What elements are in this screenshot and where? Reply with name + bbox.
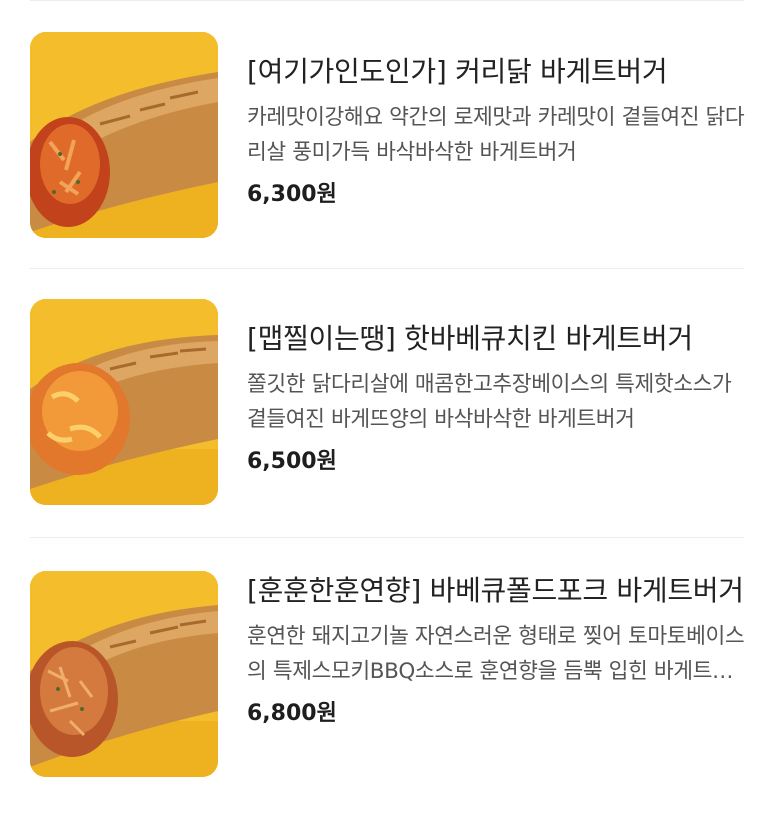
curry-chicken-baguette-burger-image bbox=[30, 32, 218, 238]
menu-item-price: 6,800원 bbox=[247, 701, 337, 726]
menu-item-title: [여기가인도인가] 커리닭 바게트버거 bbox=[247, 55, 668, 88]
menu-item-curry-chicken[interactable]: [여기가인도인가] 커리닭 바게트버거 카레맛이강해요 약간의 로제맛과 카레맛… bbox=[0, 32, 773, 262]
menu-item-description: 쫄깃한 닭다리살에 매콤한고추장베이스의 특제핫소스가 곁들여진 바게뜨양의 바… bbox=[247, 372, 732, 432]
menu-item-price: 6,300원 bbox=[247, 182, 337, 207]
menu-item-description: 카레맛이강해요 약간의 로제맛과 카레맛이 곁들여진 닭다리살 풍미가득 바삭바… bbox=[247, 105, 745, 165]
menu-item-price: 6,500원 bbox=[247, 449, 337, 474]
menu-item-description: 훈연한 돼지고기놀 자연스러운 형태로 찢어 토마토베이스의 특제스모키BBQ소… bbox=[247, 624, 745, 684]
bbq-pulled-pork-baguette-burger-image bbox=[30, 571, 218, 777]
menu-item-hot-bbq-chicken[interactable]: [맵찔이는땡] 핫바베큐치킨 바게트버거 쫄깃한 닭다리살에 매콤한고추장베이스… bbox=[0, 299, 773, 529]
divider bbox=[30, 537, 744, 538]
hot-bbq-chicken-baguette-burger-image bbox=[30, 299, 218, 505]
menu-item-title: [맵찔이는땡] 핫바베큐치킨 바게트버거 bbox=[247, 322, 693, 355]
menu-list: [여기가인도인가] 커리닭 바게트버거 카레맛이강해요 약간의 로제맛과 카레맛… bbox=[0, 0, 773, 833]
menu-item-title: [훈훈한훈연향] 바베큐폴드포크 바게트버거 bbox=[247, 574, 744, 607]
divider bbox=[30, 0, 744, 1]
menu-item-bbq-pulled-pork[interactable]: [훈훈한훈연향] 바베큐폴드포크 바게트버거 훈연한 돼지고기놀 자연스러운 형… bbox=[0, 571, 773, 801]
menu-item-info: [여기가인도인가] 커리닭 바게트버거 카레맛이강해요 약간의 로제맛과 카레맛… bbox=[247, 52, 747, 212]
divider bbox=[30, 268, 744, 269]
menu-item-info: [훈훈한훈연향] 바베큐폴드포크 바게트버거 훈연한 돼지고기놀 자연스러운 형… bbox=[247, 571, 747, 731]
menu-item-info: [맵찔이는땡] 핫바베큐치킨 바게트버거 쫄깃한 닭다리살에 매콤한고추장베이스… bbox=[247, 319, 747, 479]
